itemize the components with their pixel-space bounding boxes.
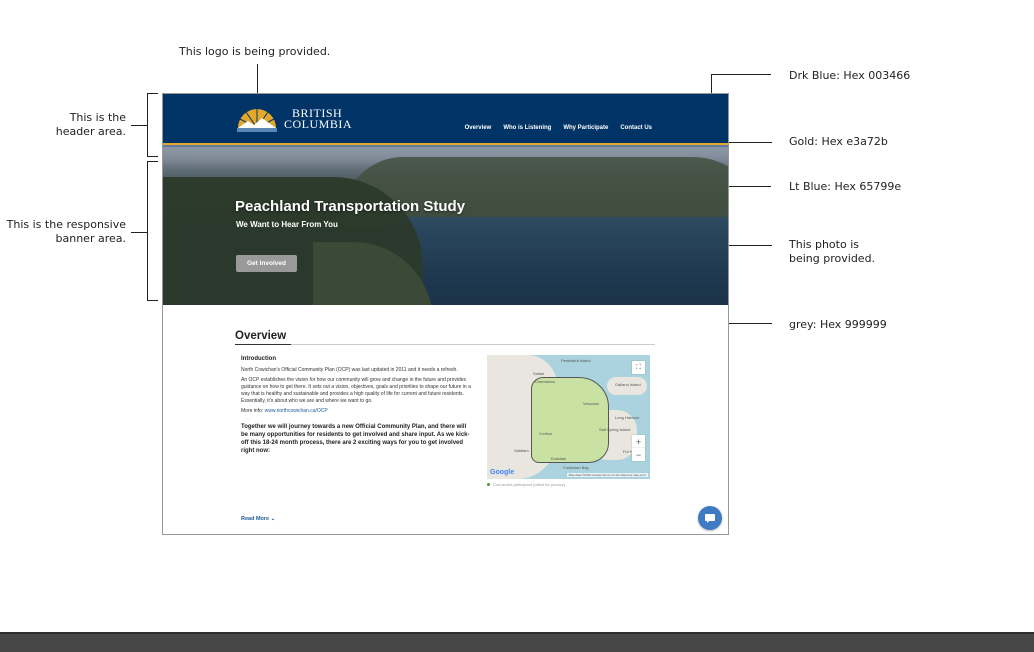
logo-note: This logo is being provided.: [179, 45, 331, 58]
nav-overview[interactable]: Overview: [465, 125, 492, 131]
zoom-out-button[interactable]: −: [632, 448, 645, 461]
drk-blue-note: Drk Blue: Hex 003466: [789, 69, 911, 82]
header-bracket-top: [147, 93, 158, 94]
overview-heading: Overview: [235, 330, 287, 342]
participant-map[interactable]: Penelakut Island Saltair Chemainus Galia…: [487, 355, 650, 479]
logo-line2: COLUMBIA: [284, 117, 353, 131]
intro-paragraph-1: North Cowichan's Official Community Plan…: [241, 367, 458, 373]
nav-why-participate[interactable]: Why Participate: [563, 125, 608, 131]
banner-bracket-top: [147, 161, 158, 162]
banner-bracket-tick: [131, 232, 147, 233]
map-label: Vesuvius: [583, 401, 600, 406]
website-mockup: BRITISH COLUMBIA Overview Who is Listeni…: [162, 93, 729, 535]
header-note: This is the header area.: [40, 111, 126, 139]
banner-note: This is the responsive banner area.: [0, 218, 126, 246]
map-label: Penelakut Island: [561, 358, 591, 363]
header-bracket-vertical: [147, 93, 148, 156]
map-legend: Connected participant (offset for privac…: [487, 482, 565, 487]
banner-note-line2: banner area.: [55, 232, 126, 245]
google-logo: Google: [490, 469, 515, 476]
bc-logo-text: BRITISH COLUMBIA: [284, 107, 353, 131]
bc-sun-icon: [237, 109, 277, 132]
grey-note: grey: Hex 999999: [789, 318, 887, 331]
map-label: Salt Spring Island: [599, 427, 631, 432]
photo-note-line2: being provided.: [789, 252, 876, 265]
chevron-down-icon: ⌄: [270, 516, 276, 522]
photo-note-line1: This photo is: [789, 238, 859, 251]
bc-logo[interactable]: BRITISH COLUMBIA: [236, 104, 352, 134]
map-label: Long Harbour: [615, 415, 640, 420]
more-info-label: More info:: [241, 408, 265, 414]
header-note-line2: header area.: [55, 125, 126, 138]
header-note-line1: This is the: [69, 111, 126, 124]
intro-heading: Introduction: [241, 356, 276, 362]
participant-dot-icon: [487, 483, 490, 486]
more-info: More info: www.northcowichan.ca/OCP: [241, 408, 471, 415]
map-legend-text: Connected participant (offset for privac…: [493, 482, 565, 487]
logo-pointer-line: [257, 64, 258, 96]
header-bracket-bottom: [147, 156, 158, 157]
banner-subtitle: We Want to Hear From You: [236, 220, 338, 229]
more-info-link[interactable]: www.northcowichan.ca/OCP: [265, 408, 328, 414]
map-label: Chemainus: [535, 379, 556, 384]
map-label: Cowichan Bay: [563, 465, 589, 470]
banner-bracket-bottom: [147, 300, 158, 301]
get-involved-button[interactable]: Get Involved: [236, 255, 297, 272]
map-label: Galiano Island: [615, 382, 641, 387]
map-attribution[interactable]: Map data ©2019 Google Terms of Use Repor…: [566, 473, 648, 477]
intro-bold-paragraph: Together we will journey towards a new O…: [241, 424, 470, 454]
header-bracket-tick: [131, 125, 147, 126]
map-label: Koksilah: [551, 456, 567, 461]
overview-text: Introduction North Cowichan's Official C…: [241, 356, 471, 458]
overview-divider-accent: [235, 344, 291, 345]
chat-button[interactable]: [698, 506, 722, 530]
nav-who-is-listening[interactable]: Who is Listening: [503, 125, 551, 131]
fullscreen-icon[interactable]: ⛶: [632, 361, 645, 374]
overview-divider: [235, 344, 655, 345]
lt-blue-note: Lt Blue: Hex 65799e: [789, 180, 902, 193]
banner-lake: [383, 217, 728, 305]
map-label: Sahtlam: [514, 448, 529, 453]
intro-paragraph-2: An OCP establishes the vision for how ou…: [241, 377, 471, 404]
main-nav: Overview Who is Listening Why Participat…: [465, 125, 652, 131]
banner-title: Peachland Transportation Study: [235, 198, 466, 215]
banner-bracket-vertical: [147, 161, 148, 301]
zoom-in-button[interactable]: +: [632, 435, 645, 448]
gold-note: Gold: Hex e3a72b: [789, 135, 888, 148]
banner-photo: Peachland Transportation Study We Want t…: [163, 147, 728, 305]
photo-note: This photo is being provided.: [789, 238, 875, 266]
read-more-link[interactable]: Read More ⌄: [241, 516, 275, 522]
map-label: Saltair: [533, 371, 545, 376]
drk-blue-pointer-h: [711, 74, 771, 75]
bottom-bar: [0, 632, 1034, 652]
map-region: [531, 377, 609, 463]
banner-note-line1: This is the responsive: [6, 218, 126, 231]
map-label: Crofton: [539, 431, 553, 436]
read-more-label: Read More: [241, 516, 270, 522]
chat-bubble-icon: [705, 514, 715, 523]
nav-contact-us[interactable]: Contact Us: [620, 125, 652, 131]
